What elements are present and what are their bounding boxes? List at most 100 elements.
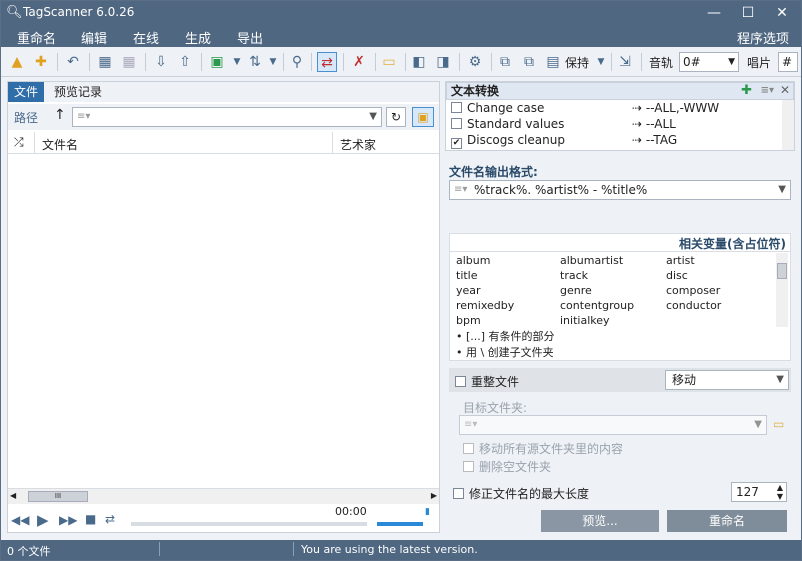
target-folder-input[interactable]: ≡▾ ▼ (459, 415, 767, 435)
paste-icon[interactable]: ⧉ (519, 52, 539, 72)
preview-button[interactable]: 预览... (541, 510, 659, 532)
refresh-icon[interactable]: ↻ (386, 107, 406, 127)
seek-bar[interactable] (131, 522, 367, 526)
track-field[interactable]: 0# ▼ (679, 52, 739, 72)
menu-bar: 重命名 编辑 在线 生成 导出 程序选项 (1, 25, 801, 50)
grid-icon[interactable]: ▦ (95, 52, 115, 72)
conv-value: ⇢ --ALL,-WWW (632, 101, 720, 115)
track-label: 音轨 (649, 56, 674, 70)
shuffle-icon[interactable]: ⤮ (14, 135, 24, 150)
volume-icon: ▮ (425, 507, 430, 517)
add-folder-icon[interactable]: ✚ (31, 52, 51, 72)
format-label: 文件名输出格式: (449, 165, 538, 179)
tab-preview-log[interactable]: 预览记录 (48, 82, 108, 102)
horizontal-scrollbar[interactable]: ◀ III ▶ (8, 488, 439, 504)
var-item[interactable]: initialkey (560, 314, 610, 327)
select-dropdown-icon[interactable]: ▼ (227, 52, 247, 72)
reorg-row: 重整文件 移动 ▼ (449, 368, 791, 392)
reorg-action-select[interactable]: 移动 ▼ (665, 370, 789, 390)
sort-icon[interactable]: ⇅ (245, 52, 265, 72)
conv-value: ⇢ --ALL (632, 117, 676, 131)
up-arrow-icon[interactable]: ↑ (54, 107, 66, 123)
rename-button[interactable]: 重命名 (667, 510, 787, 532)
path-input[interactable]: ≡▾ ▼ (72, 107, 382, 127)
menu-options[interactable]: 程序选项 (737, 28, 789, 47)
opt-delete-empty[interactable]: 删除空文件夹 (463, 458, 551, 475)
browse-folder-icon[interactable]: ▣ (412, 107, 434, 127)
conv-item[interactable]: Change case (451, 101, 544, 115)
move-up-icon[interactable]: ⇧ (175, 52, 195, 72)
format-input[interactable]: ≡▾ %track%. %artist% - %title% ▼ (449, 180, 791, 200)
stop-icon[interactable]: ■ (85, 512, 96, 526)
move-down-icon[interactable]: ⇩ (151, 52, 171, 72)
var-item[interactable]: genre (560, 284, 592, 297)
rewind-icon[interactable]: ◀◀ (11, 513, 29, 527)
menu-online[interactable]: 在线 (133, 28, 159, 47)
var-item[interactable]: year (456, 284, 481, 297)
var-item[interactable]: album (456, 254, 490, 267)
conv-scrollbar[interactable] (782, 100, 794, 150)
window-title: TagScanner 6.0.26 (23, 5, 135, 19)
menu-icon[interactable]: ≡▾ (761, 83, 774, 99)
menu-edit[interactable]: 编辑 (81, 28, 107, 47)
browse-target-icon[interactable]: ▭ (773, 417, 784, 431)
var-item[interactable]: remixedby (456, 299, 514, 312)
checkbox[interactable] (451, 118, 462, 129)
play-icon[interactable]: ▶ (37, 511, 49, 529)
maxlen-stepper[interactable]: 127 ▲ ▼ (731, 482, 787, 502)
tab-files[interactable]: 文件 (8, 82, 45, 102)
volume-bar[interactable] (377, 522, 423, 526)
save-icon[interactable]: ▤ (543, 52, 563, 72)
file-prev-icon[interactable]: ◧ (409, 52, 429, 72)
undo-icon[interactable]: ↶ (63, 52, 83, 72)
copy-icon[interactable]: ⧉ (495, 52, 515, 72)
minimize-button[interactable]: — (699, 3, 729, 23)
maximize-button[interactable]: ☐ (733, 3, 763, 23)
var-item[interactable]: disc (666, 269, 688, 282)
reorg-checkbox[interactable]: 重整文件 (455, 373, 519, 390)
conv-item[interactable]: Standard values (451, 117, 564, 131)
export-icon[interactable]: ⇲ (615, 52, 635, 72)
close-button[interactable]: ✕ (767, 3, 797, 23)
target-folder-label: 目标文件夹: (463, 401, 528, 415)
checkbox-checked[interactable]: ✔ (451, 138, 462, 149)
add-icon[interactable]: ✚ (741, 83, 752, 99)
select-icon[interactable]: ▣ (207, 52, 227, 72)
col-artist[interactable]: 艺术家 (340, 136, 376, 153)
disc-field[interactable]: # (778, 52, 798, 72)
forward-icon[interactable]: ▶▶ (59, 513, 77, 527)
var-item[interactable]: artist (666, 254, 695, 267)
menu-export[interactable]: 导出 (237, 28, 263, 47)
vars-scrollbar[interactable] (776, 253, 788, 327)
status-bar: 0 个文件 You are using the latest version. (1, 540, 801, 560)
var-item[interactable]: title (456, 269, 478, 282)
scroll-thumb[interactable]: III (28, 491, 88, 502)
save-label[interactable]: 保持 (565, 54, 589, 71)
search-icon[interactable]: ⚲ (287, 52, 307, 72)
var-item[interactable]: track (560, 269, 588, 282)
magnifier-app-icon: 🔍︎ (6, 5, 23, 20)
grid-small-icon[interactable]: ▦ (119, 52, 139, 72)
var-item[interactable]: contentgroup (560, 299, 634, 312)
clear-icon[interactable]: ✗ (349, 52, 369, 72)
var-item[interactable]: conductor (666, 299, 721, 312)
opt-move-contents[interactable]: 移动所有源文件夹里的内容 (463, 440, 623, 457)
open-folder-icon[interactable]: ▲ (7, 52, 27, 72)
menu-generate[interactable]: 生成 (185, 28, 211, 47)
var-item[interactable]: bpm (456, 314, 481, 327)
conv-item[interactable]: ✔ Discogs cleanup (451, 133, 565, 149)
var-item[interactable]: albumartist (560, 254, 623, 267)
file-count: 0 个文件 (7, 545, 51, 558)
robot-icon[interactable]: ⚙ (465, 52, 485, 72)
save-dropdown-icon[interactable]: ▼ (591, 52, 611, 72)
checkbox[interactable] (451, 102, 462, 113)
filter-icon[interactable]: ⇄ (317, 52, 337, 72)
panel-close-icon[interactable]: ✕ (780, 82, 790, 98)
maxlen-checkbox[interactable]: 修正文件名的最大长度 (453, 485, 589, 502)
repeat-icon[interactable]: ⇄ (105, 512, 115, 526)
file-next-icon[interactable]: ◨ (433, 52, 453, 72)
folder-icon[interactable]: ▭ (379, 52, 399, 72)
var-item[interactable]: composer (666, 284, 720, 297)
sort-dropdown-icon[interactable]: ▼ (263, 52, 283, 72)
col-filename[interactable]: 文件名 (42, 136, 78, 153)
